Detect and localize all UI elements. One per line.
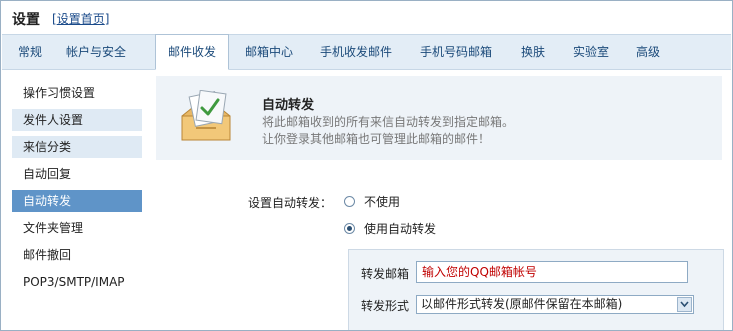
radio-selected-dot — [347, 226, 352, 231]
settings-window: 设置 [设置首页] 常规 帐户与安全 邮件收发 邮箱中心 手机收发邮件 手机号码… — [0, 0, 733, 331]
forward-mode-value: 以邮件形式转发(原邮件保留在本邮箱) — [421, 297, 623, 311]
sidebar-item-auto-forward[interactable]: 自动转发 — [12, 190, 142, 212]
forward-mode-label: 转发形式 — [361, 299, 410, 313]
sidebar-item-auto-reply[interactable]: 自动回复 — [12, 163, 142, 185]
sidebar-item-folder-management[interactable]: 文件夹管理 — [12, 217, 142, 239]
settings-home-link[interactable]: [设置首页] — [52, 10, 109, 27]
tab-mail-send-receive[interactable]: 邮件收发 — [155, 34, 230, 70]
tab-general[interactable]: 常规 — [18, 35, 42, 69]
forward-options-panel: 转发邮箱 输入您的QQ邮箱帐号 转发形式 以邮件形式转发(原邮件保留在本邮箱) — [348, 249, 724, 330]
tab-mobile-mail[interactable]: 手机收发邮件 — [320, 35, 392, 69]
chevron-down-icon[interactable] — [677, 297, 692, 312]
tab-phone-number-mailbox[interactable]: 手机号码邮箱 — [420, 35, 492, 69]
top-bar: 设置 [设置首页] — [1, 1, 732, 31]
feature-banner: 自动转发 将此邮箱收到的所有来信自动转发到指定邮箱。 让你登录其他邮箱也可管理此… — [156, 76, 722, 160]
mailbox-forward-icon — [181, 90, 231, 141]
feature-title: 自动转发 — [262, 98, 315, 113]
settings-home-link-label[interactable]: 设置首页 — [57, 12, 105, 26]
tab-advanced[interactable]: 高级 — [636, 35, 660, 69]
sidebar-item-pop3-smtp-imap[interactable]: POP3/SMTP/IMAP — [12, 271, 142, 293]
sidebar-item-habits[interactable]: 操作习惯设置 — [12, 82, 142, 104]
link-bracket-close: ] — [104, 12, 110, 26]
radio-button-enable-forward[interactable] — [344, 223, 355, 234]
radio-button-disabled[interactable] — [344, 196, 355, 207]
sidebar-item-mail-recall[interactable]: 邮件撤回 — [12, 244, 142, 266]
radio-label-enable-forward[interactable]: 使用自动转发 — [364, 221, 436, 237]
settings-tab-bar: 常规 帐户与安全 邮件收发 邮箱中心 手机收发邮件 手机号码邮箱 换肤 实验室 … — [2, 34, 731, 70]
forward-address-label: 转发邮箱 — [361, 267, 410, 281]
forward-address-input[interactable]: 输入您的QQ邮箱帐号 — [416, 261, 688, 283]
feature-description-line1: 将此邮箱收到的所有来信自动转发到指定邮箱。 — [262, 115, 515, 129]
auto-forward-setting-label: 设置自动转发： — [248, 196, 333, 210]
tab-mailbox-center[interactable]: 邮箱中心 — [245, 35, 293, 69]
forward-mode-select[interactable]: 以邮件形式转发(原邮件保留在本邮箱) — [416, 295, 694, 314]
tab-lab[interactable]: 实验室 — [573, 35, 609, 69]
sidebar-item-sender[interactable]: 发件人设置 — [12, 109, 142, 131]
feature-description-line2: 让你登录其他邮箱也可管理此邮箱的邮件！ — [262, 132, 491, 146]
page-title: 设置 — [12, 12, 40, 28]
radio-label-disabled[interactable]: 不使用 — [364, 194, 400, 210]
tab-account-security[interactable]: 帐户与安全 — [66, 35, 126, 69]
tab-skin[interactable]: 换肤 — [521, 35, 545, 69]
sidebar-item-mail-classification[interactable]: 来信分类 — [12, 136, 142, 158]
